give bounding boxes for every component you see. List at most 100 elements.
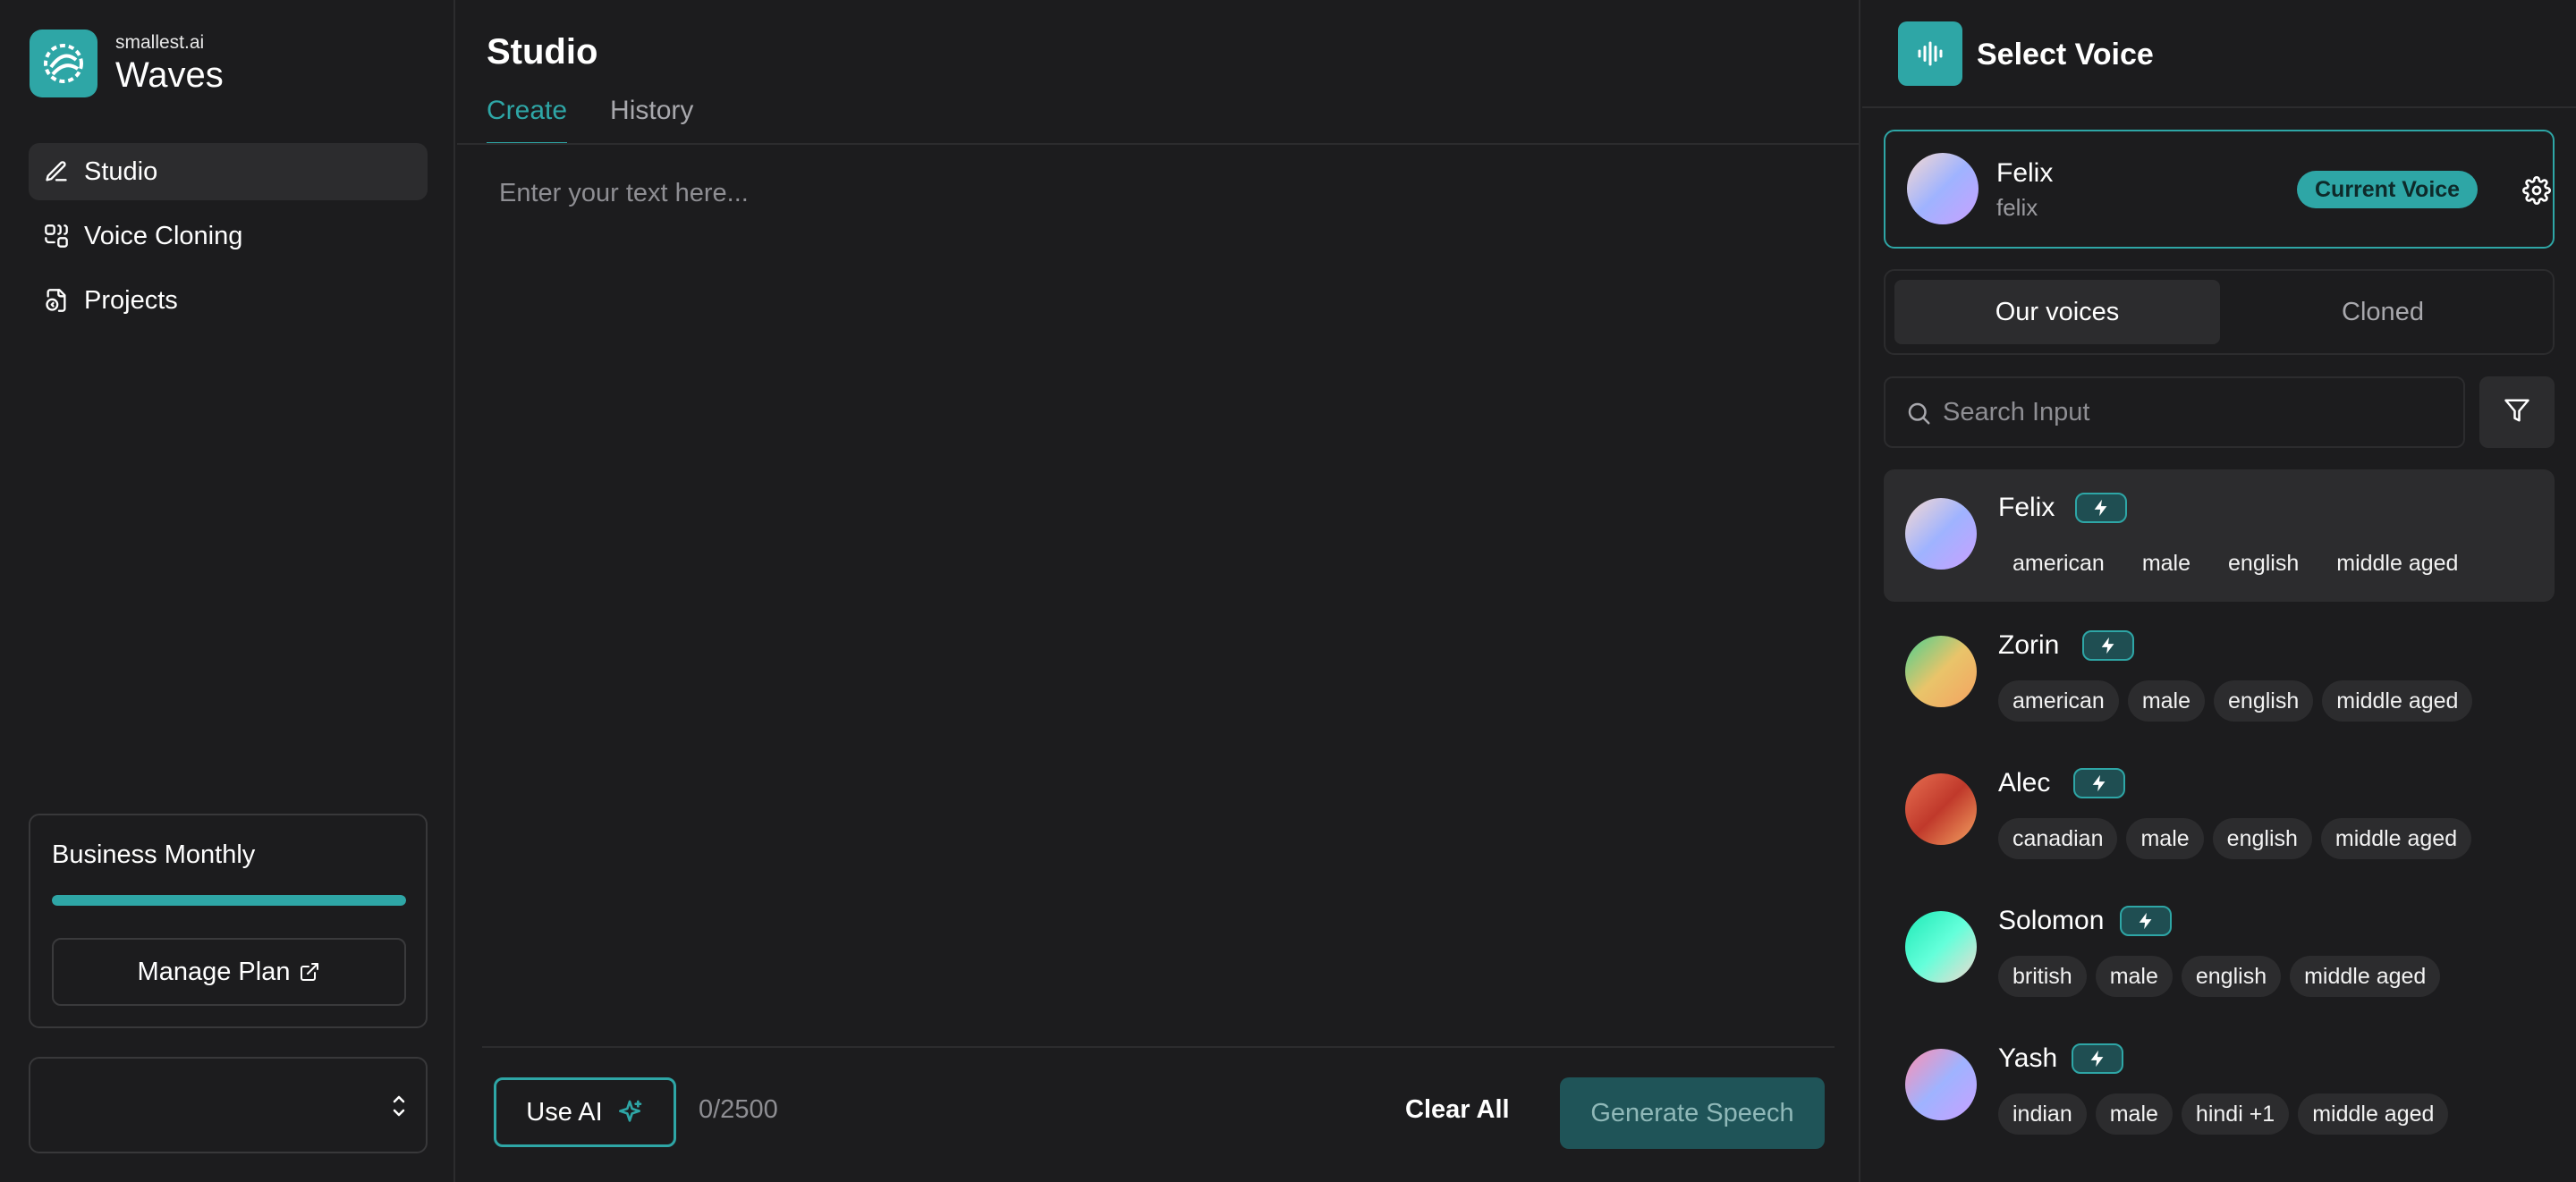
- voice-tags: american male english middle aged: [1998, 543, 2481, 584]
- search-icon: [1905, 400, 1932, 431]
- voice-item-alec[interactable]: Alec canadian male english middle aged: [1884, 745, 2555, 877]
- account-selector[interactable]: [29, 1057, 428, 1153]
- voice-panel-header: Select Voice: [1862, 0, 2576, 108]
- voice-panel-title: Select Voice: [1977, 38, 2154, 72]
- text-editor[interactable]: [487, 170, 1828, 1028]
- voice-tag: middle aged: [2290, 956, 2441, 997]
- avatar: [1905, 911, 1977, 983]
- voice-tag: canadian: [1998, 818, 2118, 859]
- manage-plan-button[interactable]: Manage Plan: [52, 938, 406, 1006]
- voice-tag: english: [2228, 551, 2300, 576]
- voice-tag: english: [2212, 818, 2312, 859]
- voice-item-solomon[interactable]: Solomon british male english middle aged: [1884, 882, 2555, 1015]
- waves-logo-icon: [30, 30, 97, 97]
- plan-usage-fill: [52, 895, 406, 906]
- voice-item-zorin[interactable]: Zorin american male english middle aged: [1884, 607, 2555, 739]
- lightning-icon: [2120, 906, 2172, 936]
- avatar: [1907, 153, 1979, 224]
- use-ai-label: Use AI: [526, 1097, 603, 1127]
- studio-main: Studio Create History Use AI 0/2500 Clea…: [457, 0, 1860, 1182]
- sidebar-item-label: Voice Cloning: [84, 221, 243, 250]
- voice-panel: Select Voice Felix felix Current Voice O…: [1862, 0, 2576, 1182]
- studio-tabs: Create History: [487, 93, 736, 145]
- search-input[interactable]: [1943, 378, 2453, 446]
- current-voice-name: Felix: [1996, 158, 2054, 188]
- avatar: [1905, 1049, 1977, 1120]
- voice-item-felix[interactable]: Felix american male english middle aged: [1884, 469, 2555, 602]
- filter-icon: [2504, 397, 2530, 428]
- voice-tag: american: [2012, 551, 2105, 576]
- page-title: Studio: [487, 32, 598, 72]
- sidebar-item-voice-cloning[interactable]: Voice Cloning: [29, 207, 428, 265]
- lightning-icon: [2073, 768, 2125, 798]
- pencil-icon: [43, 158, 70, 185]
- voice-tag: english: [2214, 680, 2314, 722]
- tab-history[interactable]: History: [610, 93, 693, 145]
- footer-divider: [482, 1046, 1835, 1048]
- avatar: [1905, 636, 1977, 707]
- voice-tag: middle aged: [2336, 551, 2459, 576]
- sidebar-item-projects[interactable]: Projects: [29, 272, 428, 329]
- voice-tag: male: [2126, 818, 2204, 859]
- char-count: 0/2500: [699, 1095, 778, 1124]
- use-ai-button[interactable]: Use AI: [494, 1077, 676, 1147]
- brand[interactable]: smallest.ai Waves: [30, 30, 224, 97]
- voice-tag: male: [2127, 680, 2206, 722]
- voice-tags: canadian male english middle aged: [1998, 818, 2480, 859]
- sidebar-nav: Studio Voice Cloning Projects: [29, 143, 428, 336]
- current-voice-badge: Current Voice: [2297, 171, 2479, 208]
- plan-usage-bar: [52, 895, 406, 906]
- sidebar-item-label: Studio: [84, 156, 158, 186]
- voice-tag: male: [2095, 956, 2173, 997]
- voice-list: Felix american male english middle aged Zorin…: [1884, 469, 2555, 1158]
- external-link-icon: [299, 961, 320, 983]
- avatar: [1905, 498, 1977, 570]
- voice-cloning-icon: [43, 223, 70, 249]
- voice-tabs: Our voices Cloned: [1884, 269, 2555, 355]
- chevron-up-down-icon: [388, 1093, 410, 1124]
- voice-item-yash[interactable]: Yash indian male hindi +1 middle aged: [1884, 1020, 2555, 1152]
- filter-button[interactable]: [2479, 376, 2555, 448]
- voice-tags: american male english middle aged: [1998, 680, 2481, 722]
- avatar: [1905, 773, 1977, 845]
- voice-tag: male: [2095, 1093, 2173, 1135]
- projects-icon: [43, 287, 70, 314]
- voice-name: Felix: [1998, 493, 2055, 522]
- current-voice-id: felix: [1996, 194, 2038, 221]
- clear-all-button[interactable]: Clear All: [1405, 1095, 1510, 1125]
- voice-tags: indian male hindi +1 middle aged: [1998, 1093, 2457, 1135]
- plan-title: Business Monthly: [52, 840, 256, 869]
- voice-name: Solomon: [1998, 906, 2105, 935]
- manage-plan-label: Manage Plan: [137, 957, 291, 986]
- sparkle-icon: [615, 1098, 644, 1127]
- voice-tag: middle aged: [2322, 680, 2473, 722]
- sidebar: smallest.ai Waves Studio Voice Cloning P…: [0, 0, 455, 1182]
- brand-sub: smallest.ai: [115, 32, 205, 53]
- tab-create[interactable]: Create: [487, 93, 568, 145]
- voice-tag: american: [1998, 680, 2119, 722]
- voice-name: Alec: [1998, 768, 2051, 798]
- voice-tag: middle aged: [2320, 818, 2472, 859]
- sidebar-item-studio[interactable]: Studio: [29, 143, 428, 200]
- voice-tag: male: [2141, 551, 2191, 576]
- tab-our-voices[interactable]: Our voices: [1894, 280, 2220, 344]
- lightning-icon: [2082, 630, 2134, 661]
- current-voice-card[interactable]: Felix felix Current Voice: [1884, 130, 2555, 249]
- tabs-divider: [457, 143, 1860, 145]
- tab-cloned[interactable]: Cloned: [2220, 280, 2546, 344]
- voice-tags: british male english middle aged: [1998, 956, 2449, 997]
- voice-tag: english: [2181, 956, 2282, 997]
- voice-name: Yash: [1998, 1043, 2058, 1073]
- lightning-icon: [2075, 493, 2127, 523]
- plan-card: Business Monthly Manage Plan: [29, 814, 428, 1028]
- voice-tag: indian: [1998, 1093, 2087, 1135]
- audio-waveform-icon: [1898, 21, 1962, 86]
- voice-tag: hindi +1: [2181, 1093, 2290, 1135]
- generate-speech-button[interactable]: Generate Speech: [1560, 1077, 1825, 1149]
- sidebar-item-label: Projects: [84, 285, 178, 315]
- brand-name: Waves: [115, 55, 224, 95]
- gear-icon[interactable]: [2522, 176, 2551, 209]
- voice-name: Zorin: [1998, 630, 2060, 660]
- voice-search: [1884, 376, 2465, 448]
- voice-tag: middle aged: [2298, 1093, 2449, 1135]
